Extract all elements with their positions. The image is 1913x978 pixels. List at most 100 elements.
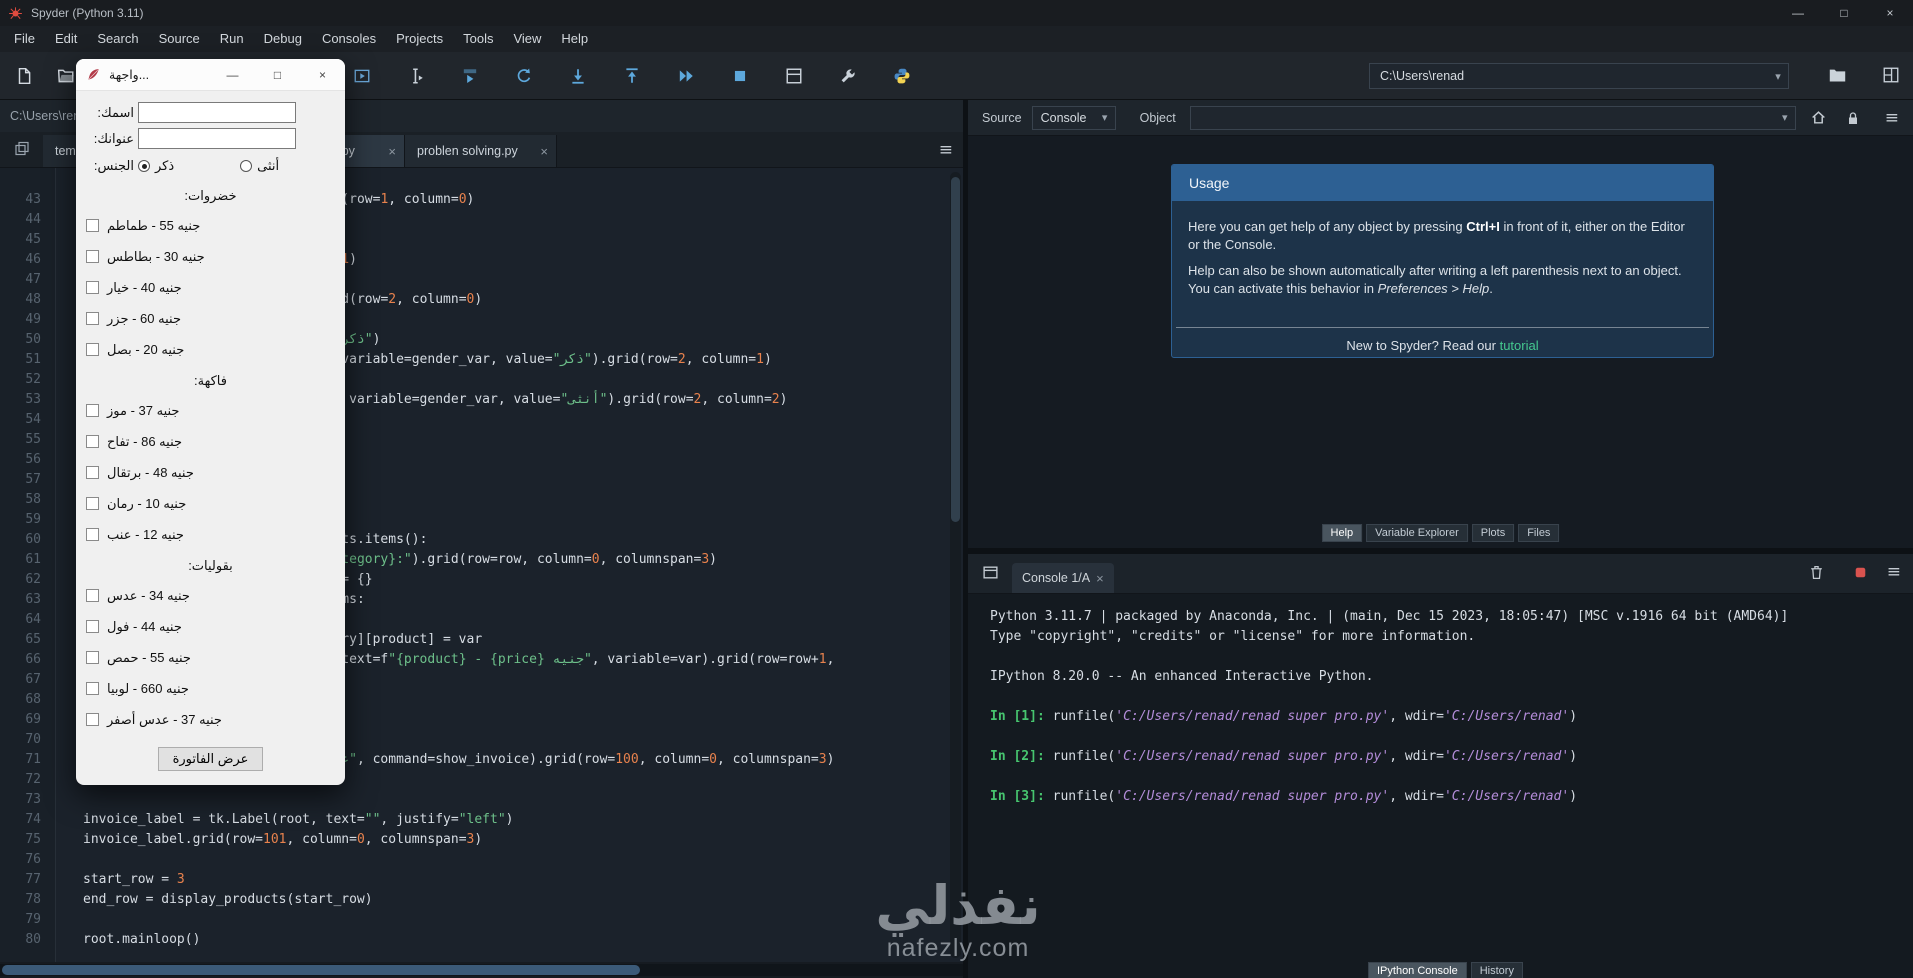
product-checkbox-row[interactable]: بصل - 20 جنيه: [86, 340, 335, 359]
product-checkbox-row[interactable]: رمان - 10 جنيه: [86, 494, 335, 513]
help-options-icon[interactable]: ≡: [1885, 108, 1899, 128]
menu-file[interactable]: File: [4, 26, 45, 52]
tab-files[interactable]: Files: [1518, 524, 1560, 542]
editor-horizontal-scrollbar[interactable]: [0, 964, 963, 976]
tkinter-app-window[interactable]: واجهة... — □ × اسمك: عنوانك: الجنس: ذكر أ…: [76, 59, 345, 785]
product-checkbox-row[interactable]: موز - 37 جنيه: [86, 401, 335, 420]
product-checkbox-row[interactable]: برتقال - 48 جنيه: [86, 463, 335, 482]
menu-help[interactable]: Help: [551, 26, 598, 52]
menu-tools[interactable]: Tools: [453, 26, 503, 52]
chevron-down-icon[interactable]: ▾: [1095, 111, 1115, 124]
checkbox-icon[interactable]: [86, 620, 99, 633]
close-button[interactable]: ×: [1867, 0, 1913, 26]
checkbox-icon[interactable]: [86, 682, 99, 695]
run-file-icon[interactable]: [348, 62, 376, 90]
run-selection-icon[interactable]: [402, 62, 430, 90]
tab-help[interactable]: Help: [1321, 524, 1363, 542]
address-input[interactable]: [138, 128, 296, 149]
checkbox-icon[interactable]: [86, 404, 99, 417]
product-checkbox-row[interactable]: فول - 44 جنيه: [86, 617, 335, 636]
chevron-down-icon[interactable]: ▾: [1768, 70, 1788, 83]
python-logo-icon[interactable]: [888, 62, 916, 90]
run-cell-icon[interactable]: [456, 62, 484, 90]
chevron-down-icon[interactable]: ▾: [1775, 111, 1795, 124]
console-options-icon[interactable]: ≡: [1887, 562, 1901, 582]
checkbox-icon[interactable]: [86, 528, 99, 541]
console-output[interactable]: Python 3.11.7 | packaged by Anaconda, In…: [968, 594, 1913, 978]
editor-vertical-scrollbar[interactable]: [950, 172, 961, 958]
product-checkbox-row[interactable]: جزر - 60 جنيه: [86, 309, 335, 328]
product-checkbox-row[interactable]: بطاطس - 30 جنيه: [86, 247, 335, 266]
checkbox-icon[interactable]: [86, 219, 99, 232]
editor-options-icon[interactable]: ≡: [939, 140, 953, 160]
product-checkbox-row[interactable]: عدس - 34 جنيه: [86, 586, 335, 605]
checkbox-icon[interactable]: [86, 250, 99, 263]
tab-variable-explorer[interactable]: Variable Explorer: [1366, 524, 1468, 542]
pane-icon[interactable]: [982, 564, 999, 581]
product-checkbox-row[interactable]: تفاح - 86 جنيه: [86, 432, 335, 451]
menu-run[interactable]: Run: [210, 26, 254, 52]
stop-icon[interactable]: [726, 62, 754, 90]
close-tab-icon[interactable]: ×: [540, 144, 548, 159]
interrupt-kernel-icon[interactable]: [1852, 564, 1869, 581]
minimize-button[interactable]: —: [1775, 0, 1821, 26]
menu-search[interactable]: Search: [87, 26, 148, 52]
product-checkbox-row[interactable]: حمص - 55 جنيه: [86, 648, 335, 667]
checkbox-icon[interactable]: [86, 281, 99, 294]
tab-ipython-console[interactable]: IPython Console: [1368, 962, 1467, 978]
checkbox-icon[interactable]: [86, 466, 99, 479]
close-tab-icon[interactable]: ×: [388, 144, 396, 159]
panes-layout-icon[interactable]: [1882, 66, 1900, 84]
maximize-pane-icon[interactable]: [780, 62, 808, 90]
rerun-cell-icon[interactable]: [510, 62, 538, 90]
product-checkbox-row[interactable]: خيار - 40 جنيه: [86, 278, 335, 297]
console-tab[interactable]: Console 1/A ×: [1012, 563, 1114, 593]
product-checkbox-row[interactable]: عدس أصفر - 37 جنيه: [86, 710, 335, 729]
remove-console-icon[interactable]: [1808, 564, 1825, 581]
product-checkbox-row[interactable]: عنب - 12 جنيه: [86, 525, 335, 544]
step-return-icon[interactable]: [618, 62, 646, 90]
browse-folder-icon[interactable]: [1828, 66, 1847, 85]
menu-source[interactable]: Source: [149, 26, 210, 52]
gender-radio[interactable]: أنثى: [240, 158, 279, 174]
new-file-icon[interactable]: [10, 62, 38, 90]
checkbox-icon[interactable]: [86, 589, 99, 602]
checkbox-icon[interactable]: [86, 497, 99, 510]
working-directory-combobox[interactable]: C:\Users\renad ▾: [1369, 63, 1789, 89]
tab-plots[interactable]: Plots: [1471, 524, 1515, 542]
checkbox-icon[interactable]: [86, 312, 99, 325]
help-object-combobox[interactable]: ▾: [1189, 105, 1796, 130]
tk-minimize-button[interactable]: —: [210, 59, 255, 91]
show-invoice-button[interactable]: عرض الفاتورة: [157, 747, 264, 771]
checkbox-icon[interactable]: [86, 713, 99, 726]
preferences-icon[interactable]: [834, 62, 862, 90]
checkbox-icon[interactable]: [86, 651, 99, 664]
help-source-combobox[interactable]: Console ▾: [1031, 105, 1116, 130]
menu-debug[interactable]: Debug: [254, 26, 312, 52]
menu-view[interactable]: View: [503, 26, 551, 52]
checkbox-icon[interactable]: [86, 435, 99, 448]
menu-edit[interactable]: Edit: [45, 26, 87, 52]
menu-projects[interactable]: Projects: [386, 26, 453, 52]
tk-maximize-button[interactable]: □: [255, 59, 300, 91]
maximize-button[interactable]: □: [1821, 0, 1867, 26]
menu-consoles[interactable]: Consoles: [312, 26, 386, 52]
editor-tab-problen-solving-py[interactable]: problen solving.py ×: [405, 135, 557, 167]
gender-radio[interactable]: ذكر: [138, 158, 174, 174]
name-input[interactable]: [138, 102, 296, 123]
tk-close-button[interactable]: ×: [300, 59, 345, 91]
checkbox-icon[interactable]: [86, 343, 99, 356]
scrollbar-handle[interactable]: [2, 965, 640, 975]
product-checkbox-row[interactable]: طماطم - 55 جنيه: [86, 216, 335, 235]
product-checkbox-row[interactable]: لوبيا - 660 جنيه: [86, 679, 335, 698]
tk-title-bar[interactable]: واجهة... — □ ×: [76, 59, 345, 91]
browse-tabs-button[interactable]: [0, 131, 43, 167]
continue-icon[interactable]: [672, 62, 700, 90]
lock-icon[interactable]: [1845, 110, 1861, 126]
scrollbar-handle[interactable]: [951, 177, 960, 522]
tab-history[interactable]: History: [1470, 962, 1523, 978]
tutorial-link[interactable]: tutorial: [1500, 338, 1539, 353]
close-tab-icon[interactable]: ×: [1096, 571, 1104, 586]
home-icon[interactable]: [1810, 109, 1827, 126]
step-into-icon[interactable]: [564, 62, 592, 90]
